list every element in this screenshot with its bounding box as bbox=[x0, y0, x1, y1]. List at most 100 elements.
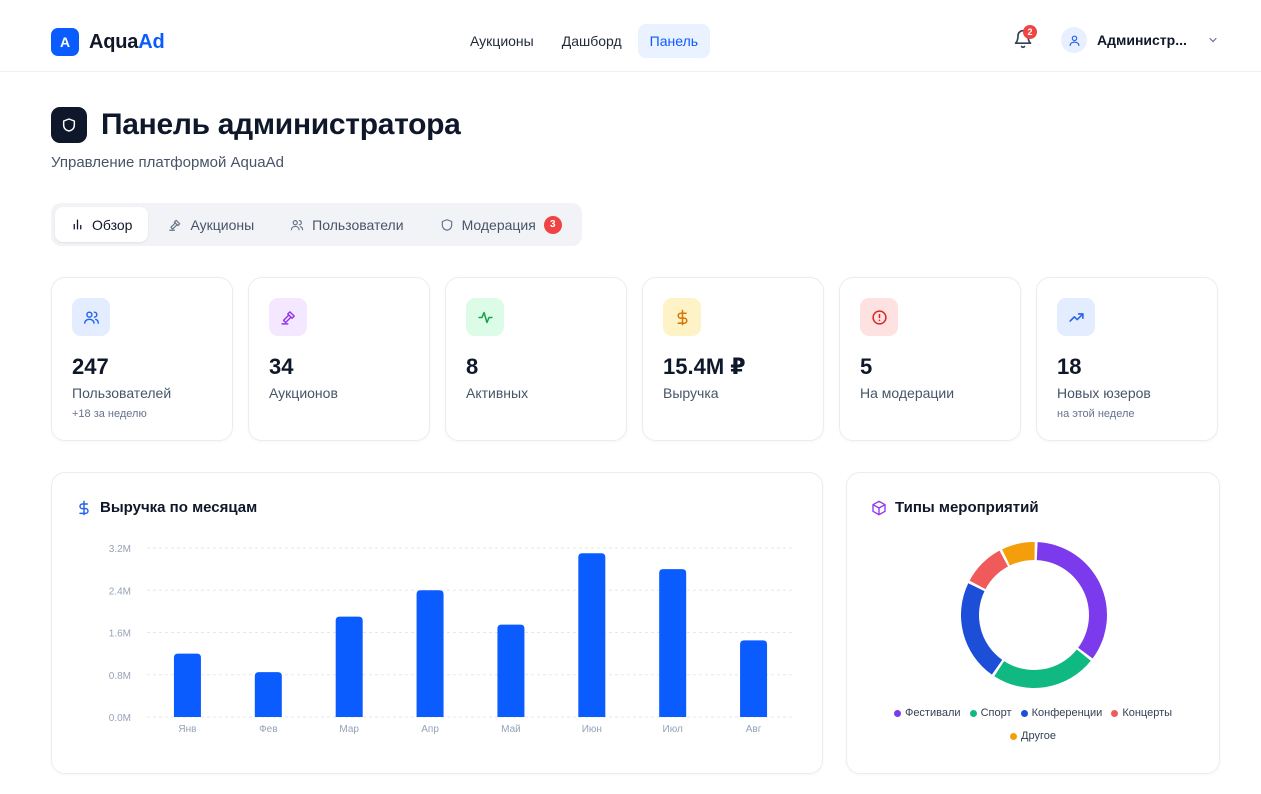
legend-swatch bbox=[1020, 709, 1028, 717]
stat-card-revenue: 15.4M ₽ Выручка bbox=[642, 277, 824, 441]
stat-label: Активных bbox=[466, 385, 529, 401]
shield-icon bbox=[441, 218, 452, 231]
chevron-down-icon bbox=[1209, 37, 1217, 43]
nav-dashboard[interactable]: Дашборд bbox=[550, 24, 634, 58]
x-tick-label: Июн bbox=[582, 724, 602, 735]
stat-value: 8 bbox=[466, 354, 479, 379]
main-nav: Аукционы Дашборд Панель bbox=[458, 24, 711, 58]
stat-card-users: 247 Пользователей +18 за неделю bbox=[51, 277, 233, 441]
nav-panel[interactable]: Панель bbox=[637, 24, 711, 58]
tab-label: Аукционы bbox=[190, 216, 255, 233]
top-navbar: A AquaAd Аукционы Дашборд Панель 2 Админ… bbox=[0, 0, 1261, 72]
admin-tabs: Обзор Аукционы Пользователи Модерация 3 bbox=[51, 203, 582, 246]
gavel-icon bbox=[169, 219, 181, 231]
moderation-count-badge: 3 bbox=[543, 215, 562, 234]
event-types-card: Типы мероприятий Фестивали Спорт Конфере… bbox=[846, 472, 1220, 774]
stat-value: 15.4M ₽ bbox=[663, 354, 746, 379]
revenue-bar-chart: 0.0M 0.8M 1.6M 2.4M 3.2M Янв Фев Мар Апр Май Июн Ию… bbox=[109, 544, 794, 735]
x-tick-label: Май bbox=[501, 724, 521, 735]
revenue-chart-card: Выручка по месяцам 0.0M 0.8M 1.6M 2.4M 3.2M Я… bbox=[51, 472, 823, 774]
stat-label: Новых юзеров bbox=[1057, 385, 1151, 401]
x-tick-label: Апр bbox=[421, 724, 439, 735]
logo-text: AquaAd bbox=[89, 30, 165, 53]
x-tick-label: Янв bbox=[178, 724, 196, 735]
users-icon bbox=[291, 219, 304, 230]
dollar-icon bbox=[663, 298, 701, 336]
tab-users[interactable]: Пользователи bbox=[274, 207, 419, 242]
nav-auctions[interactable]: Аукционы bbox=[458, 24, 546, 58]
stat-label: Выручка bbox=[663, 385, 719, 401]
bar[interactable] bbox=[740, 640, 768, 717]
tab-overview[interactable]: Обзор bbox=[55, 207, 149, 242]
bar[interactable] bbox=[416, 590, 444, 717]
alert-circle-icon bbox=[860, 298, 898, 336]
users-icon bbox=[72, 298, 110, 336]
stat-value: 247 bbox=[72, 354, 109, 379]
notification-count-badge: 2 bbox=[1023, 25, 1037, 39]
logo-mark: A bbox=[51, 28, 79, 56]
y-tick-label: 0.8M bbox=[109, 671, 131, 682]
page-subtitle: Управление платформой AquaAd bbox=[51, 154, 284, 171]
chart-legend-row2: Другое bbox=[847, 730, 1219, 743]
stat-card-new-users: 18 Новых юзеров на этой неделе bbox=[1036, 277, 1218, 441]
legend-item: Другое bbox=[1010, 730, 1056, 742]
avatar bbox=[1061, 27, 1087, 53]
legend-item: Концерты bbox=[1111, 707, 1172, 719]
x-tick-label: Июл bbox=[663, 724, 683, 735]
legend-item: Спорт bbox=[969, 707, 1012, 719]
stat-value: 5 bbox=[860, 354, 873, 379]
stat-card-moderation: 5 На модерации bbox=[839, 277, 1021, 441]
stat-card-active: 8 Активных bbox=[445, 277, 627, 441]
donut-slice[interactable] bbox=[961, 583, 1003, 675]
stat-label: На модерации bbox=[860, 385, 955, 401]
trending-up-icon bbox=[1057, 298, 1095, 336]
y-tick-label: 1.6M bbox=[109, 629, 131, 640]
legend-swatch bbox=[1010, 732, 1018, 740]
tab-moderation[interactable]: Модерация 3 bbox=[424, 207, 578, 242]
bar[interactable] bbox=[497, 624, 525, 717]
user-menu[interactable]: Администр... bbox=[1061, 27, 1219, 53]
page-title: Панель администратора bbox=[101, 108, 461, 141]
stat-value: 18 bbox=[1057, 354, 1082, 379]
notifications-button[interactable]: 2 bbox=[1013, 25, 1037, 51]
gavel-icon bbox=[269, 298, 307, 336]
x-tick-label: Мар bbox=[339, 724, 359, 735]
legend-swatch bbox=[893, 709, 901, 717]
bar[interactable] bbox=[659, 569, 687, 717]
stat-label: Пользователей bbox=[72, 385, 172, 401]
bar[interactable] bbox=[173, 653, 201, 717]
tab-label: Обзор bbox=[92, 216, 133, 233]
bar-chart-icon bbox=[73, 219, 82, 230]
stat-note: на этой неделе bbox=[1057, 408, 1135, 420]
y-tick-label: 0.0M bbox=[109, 713, 131, 724]
bar[interactable] bbox=[254, 672, 282, 717]
activity-icon bbox=[466, 298, 504, 336]
user-name: Администр... bbox=[1097, 32, 1187, 48]
logo[interactable]: A AquaAd bbox=[51, 28, 165, 56]
x-tick-label: Фев bbox=[259, 724, 277, 735]
y-tick-label: 3.2M bbox=[109, 544, 131, 555]
donut-slice[interactable] bbox=[994, 649, 1091, 688]
chart-legend: Фестивали Спорт Конференции Концерты bbox=[847, 707, 1219, 720]
stat-card-auctions: 34 Аукционов bbox=[248, 277, 430, 441]
donut-slice[interactable] bbox=[1036, 542, 1107, 659]
y-tick-label: 2.4M bbox=[109, 586, 131, 597]
stat-label: Аукционов bbox=[269, 385, 338, 401]
user-icon bbox=[1069, 35, 1079, 46]
bar[interactable] bbox=[335, 616, 363, 717]
bar[interactable] bbox=[578, 553, 606, 717]
tab-auctions[interactable]: Аукционы bbox=[152, 207, 270, 242]
legend-item: Конференции bbox=[1020, 707, 1102, 719]
stats-row: 247 Пользователей +18 за неделю 34 Аукци… bbox=[51, 277, 1218, 441]
stat-note: +18 за неделю bbox=[72, 408, 147, 420]
legend-swatch bbox=[1111, 709, 1119, 717]
donut-slice[interactable] bbox=[1002, 542, 1035, 566]
legend-swatch bbox=[969, 709, 977, 717]
legend-item: Фестивали bbox=[893, 707, 961, 719]
donut-slice[interactable] bbox=[969, 550, 1008, 590]
tab-label: Пользователи bbox=[312, 216, 404, 233]
x-tick-label: Авг bbox=[746, 724, 762, 735]
tab-label: Модерация bbox=[461, 216, 536, 233]
page-heading: Панель администратора bbox=[51, 107, 461, 143]
stat-value: 34 bbox=[269, 354, 294, 379]
